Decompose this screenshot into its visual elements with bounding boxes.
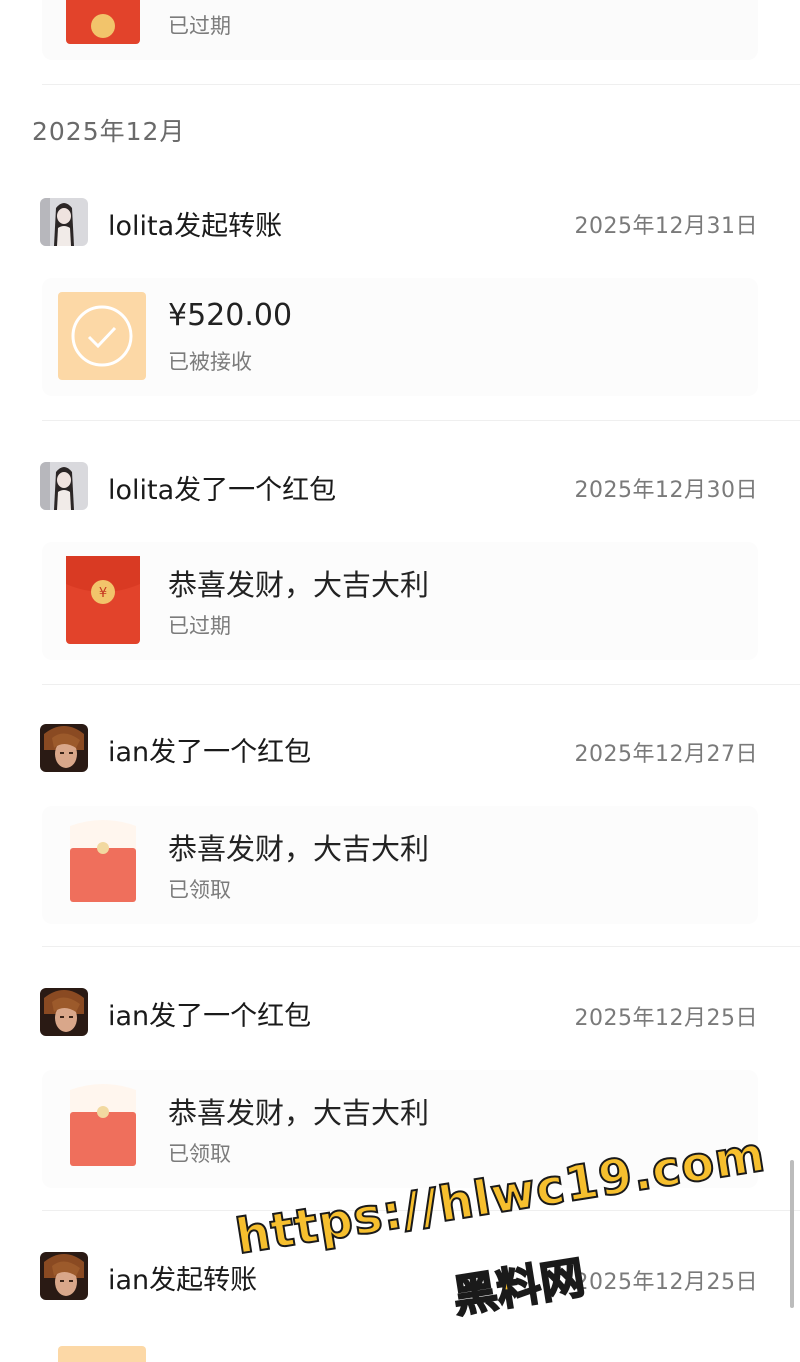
record-date: 2025年12月25日 [574, 1270, 758, 1295]
scrollbar[interactable] [790, 1160, 794, 1308]
transfer-icon [58, 1346, 146, 1362]
record-status: 已领取 [168, 1142, 231, 1166]
avatar[interactable] [40, 1252, 88, 1300]
avatar[interactable] [40, 724, 88, 772]
record-date: 2025年12月30日 [574, 478, 758, 503]
record-status: 已过期 [168, 14, 231, 38]
red-packet-opened-icon [66, 1084, 140, 1172]
record-status: 已被接收 [168, 350, 252, 374]
record-date: 2025年12月25日 [574, 1006, 758, 1031]
record-card[interactable] [42, 0, 758, 60]
month-header: 2025年12月 [32, 117, 186, 146]
record-amount: ¥520.00 [168, 298, 293, 333]
record-greeting: 恭喜发财，大吉大利 [168, 1096, 430, 1130]
record-status: 已领取 [168, 878, 231, 902]
record-title: ian发起转账 [108, 1265, 258, 1296]
record-greeting: 恭喜发财，大吉大利 [168, 568, 430, 602]
record-date: 2025年12月31日 [574, 214, 758, 239]
record-title: ian发了一个红包 [108, 1001, 312, 1032]
record-status: 已过期 [168, 614, 231, 638]
record-title: lolita发了一个红包 [108, 475, 337, 506]
avatar[interactable] [40, 988, 88, 1036]
red-packet-expired-icon: ¥ [66, 556, 140, 644]
record-card[interactable] [42, 278, 758, 396]
svg-text:¥: ¥ [99, 586, 107, 601]
record-title: ian发了一个红包 [108, 737, 312, 768]
avatar[interactable] [40, 198, 88, 246]
record-greeting: 恭喜发财，大吉大利 [168, 832, 430, 866]
red-packet-opened-icon [66, 820, 140, 908]
watermark-site: 黑料网 [449, 1251, 589, 1324]
avatar[interactable] [40, 462, 88, 510]
transfer-received-icon [58, 292, 146, 380]
record-date: 2025年12月27日 [574, 742, 758, 767]
red-packet-icon [66, 0, 140, 44]
record-title: lolita发起转账 [108, 211, 283, 242]
